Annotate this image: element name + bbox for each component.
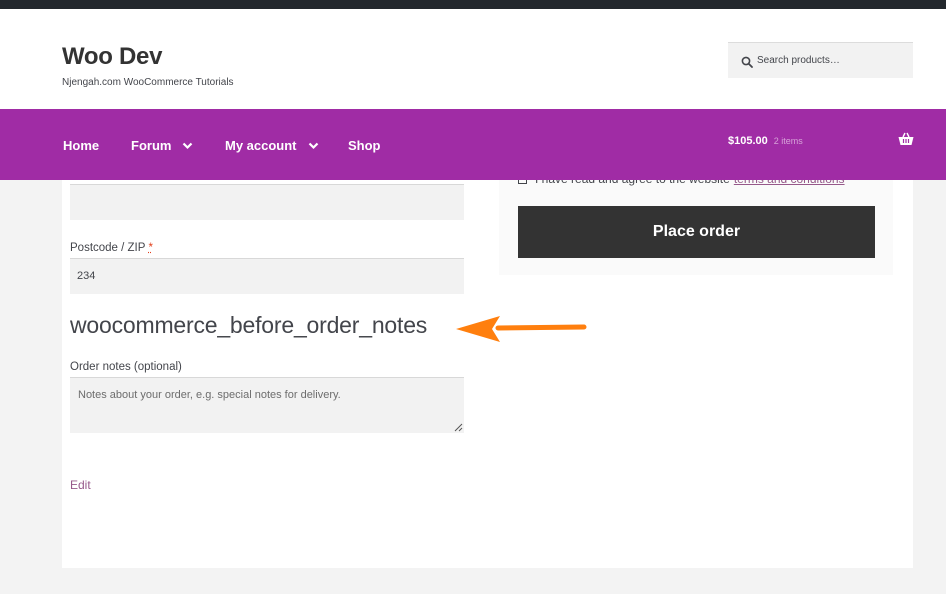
postcode-value: 234 xyxy=(77,270,96,282)
edit-link[interactable]: Edit xyxy=(70,478,91,492)
nav-item-label: My account xyxy=(225,138,297,153)
place-order-button[interactable]: Place order xyxy=(518,206,875,258)
hook-heading: woocommerce_before_order_notes xyxy=(70,312,428,338)
site-header: Woo Dev Njengah.com WooCommerce Tutorial… xyxy=(0,9,946,109)
nav-item-forum[interactable]: Forum xyxy=(131,138,193,153)
site-tagline: Njengah.com WooCommerce Tutorials xyxy=(62,77,234,88)
nav-item-label: Forum xyxy=(131,138,172,153)
search-form xyxy=(728,42,913,78)
postcode-label: Postcode / ZIP * xyxy=(70,242,153,254)
cart-summary[interactable]: $105.00 2 items xyxy=(728,135,803,147)
postcode-input[interactable]: 234 xyxy=(70,258,464,294)
basket-icon[interactable] xyxy=(898,132,914,146)
admin-bar xyxy=(0,0,946,9)
nav-item-label: Shop xyxy=(348,138,381,153)
order-notes-label: Order notes (optional) xyxy=(70,361,182,373)
nav-item-home[interactable]: Home xyxy=(63,138,99,153)
nav-item-label: Home xyxy=(63,138,100,153)
address-field[interactable] xyxy=(70,184,464,220)
cart-amount: $105.00 xyxy=(728,135,768,147)
chevron-down-icon xyxy=(308,142,318,149)
postcode-label-text: Postcode / ZIP xyxy=(70,242,146,254)
resize-grip-icon[interactable] xyxy=(453,422,463,432)
nav-item-my-account[interactable]: My account xyxy=(225,138,319,153)
primary-navigation: Home Forum My account Shop $105.00 2 ite… xyxy=(0,109,946,180)
cart-count: 2 items xyxy=(773,136,803,146)
required-mark: * xyxy=(148,242,153,254)
order-notes-textarea[interactable] xyxy=(70,377,464,433)
chevron-down-icon xyxy=(183,142,193,149)
site-title[interactable]: Woo Dev xyxy=(62,43,162,71)
nav-item-shop[interactable]: Shop xyxy=(348,138,381,153)
search-icon xyxy=(741,56,753,68)
search-input[interactable] xyxy=(757,43,907,78)
orange-arrow-icon xyxy=(456,316,587,342)
